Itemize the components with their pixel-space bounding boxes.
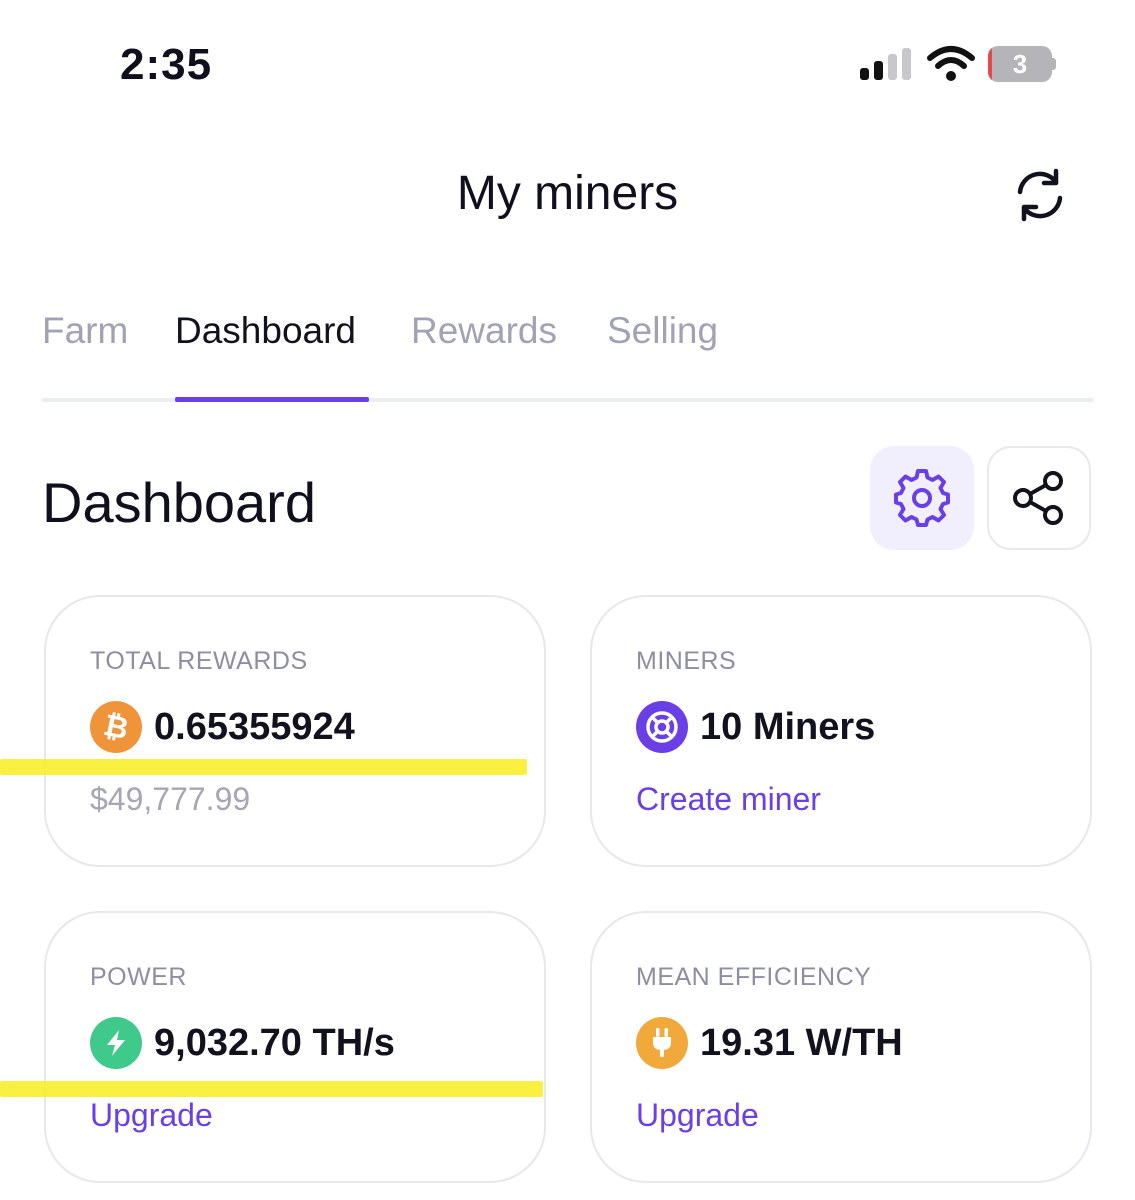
create-miner-link[interactable]: Create miner: [636, 781, 821, 818]
bitcoin-icon: ₿: [90, 701, 142, 753]
tab-rewards[interactable]: Rewards: [411, 310, 557, 352]
status-time: 2:35: [120, 40, 213, 89]
power-value: 9,032.70 TH/s: [154, 1021, 395, 1064]
card-label: MEAN EFFICIENCY: [636, 963, 872, 991]
page-title: My miners: [456, 167, 679, 220]
tab-selling[interactable]: Selling: [607, 310, 718, 352]
miners-value: 10 Miners: [700, 705, 876, 748]
cellular-signal-icon: [860, 48, 912, 80]
active-tab-indicator: [175, 397, 369, 402]
battery-level: 3: [1012, 49, 1028, 79]
mean-efficiency-value: 19.31 W/TH: [700, 1021, 903, 1064]
share-button[interactable]: [987, 446, 1091, 550]
total-rewards-usd: $49,777.99: [90, 781, 251, 817]
miner-icon: [636, 701, 688, 753]
card-label: MINERS: [636, 647, 737, 675]
tab-farm[interactable]: Farm: [42, 310, 128, 352]
plug-icon: [636, 1017, 688, 1069]
lightning-icon: [90, 1017, 142, 1069]
power-card[interactable]: POWER 9,032.70 TH/s Upgrade: [44, 911, 546, 1183]
efficiency-upgrade-link[interactable]: Upgrade: [636, 1097, 759, 1134]
tab-bar: Farm Dashboard Rewards Selling: [42, 310, 1093, 402]
refresh-icon[interactable]: [1010, 165, 1070, 225]
gear-icon: [894, 469, 950, 527]
mean-efficiency-card[interactable]: MEAN EFFICIENCY 19.31 W/TH Upgrade: [590, 911, 1092, 1183]
tab-dashboard[interactable]: Dashboard: [175, 310, 356, 352]
card-label: TOTAL REWARDS: [90, 647, 308, 675]
total-rewards-value: 0.65355924: [154, 705, 355, 748]
highlight-mark: [0, 759, 527, 775]
share-icon: [1013, 471, 1063, 525]
settings-button[interactable]: [870, 446, 974, 550]
card-label: POWER: [90, 963, 187, 991]
total-rewards-card[interactable]: TOTAL REWARDS ₿ 0.65355924 $49,777.99: [44, 595, 546, 867]
miners-card[interactable]: MINERS 10 Miners Create miner: [590, 595, 1092, 867]
wifi-icon: [927, 46, 975, 81]
svg-text:₿: ₿: [101, 710, 132, 744]
battery-icon: 3: [988, 46, 1056, 82]
highlight-mark: [0, 1081, 543, 1097]
section-title: Dashboard: [42, 471, 316, 534]
power-upgrade-link[interactable]: Upgrade: [90, 1097, 213, 1134]
